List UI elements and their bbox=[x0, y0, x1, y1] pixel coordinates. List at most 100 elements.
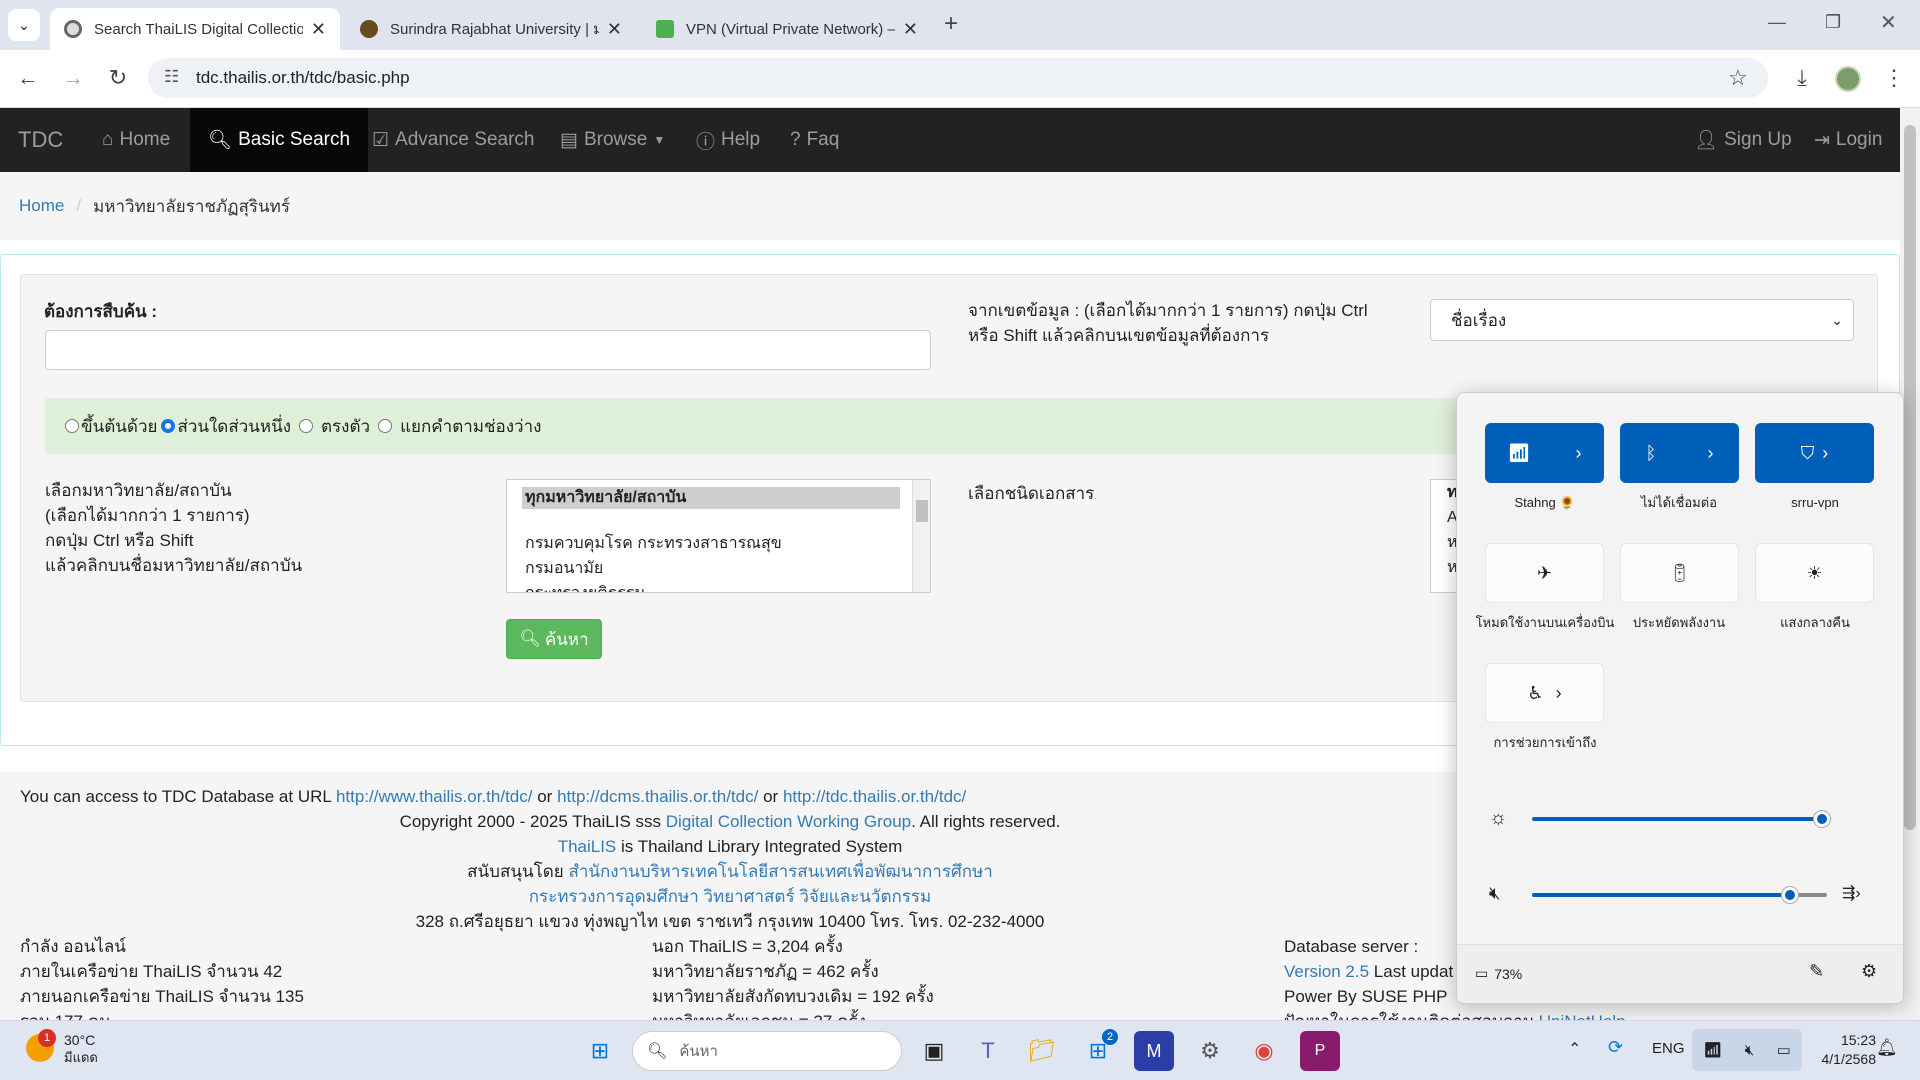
notification-bell-icon[interactable]: 🔔︎ bbox=[1876, 1038, 1898, 1058]
working-group-link[interactable]: Digital Collection Working Group bbox=[666, 812, 911, 831]
taskbar-search[interactable]: 🔍︎ ค้นหา bbox=[632, 1031, 902, 1071]
volume-muted-icon[interactable]: 🔇︎ bbox=[1489, 883, 1500, 904]
query-label: ต้องการสืบค้น : bbox=[44, 302, 158, 321]
sync-icon[interactable]: ⟳ bbox=[1608, 1037, 1623, 1058]
nav-advance-search[interactable]: ☑ Advance Search bbox=[354, 108, 552, 172]
url-link-1[interactable]: http://www.thailis.or.th/tdc/ bbox=[336, 787, 533, 806]
battery-saver-toggle[interactable]: 🔋︎ bbox=[1620, 543, 1739, 603]
listbox-scrollbar[interactable] bbox=[912, 480, 930, 592]
profile-avatar[interactable] bbox=[1835, 66, 1861, 92]
brand-link[interactable]: TDC bbox=[0, 108, 81, 172]
list-item[interactable]: กระทรวงยุติธรรม bbox=[525, 581, 930, 592]
brightness-slider-thumb[interactable] bbox=[1814, 811, 1830, 827]
access-line: You can access to TDC Database at URL ht… bbox=[20, 787, 967, 806]
teams-icon[interactable]: T bbox=[968, 1031, 1008, 1071]
search-button[interactable]: 🔍︎ ค้นหา bbox=[506, 619, 602, 659]
list-item[interactable]: ทุกมหาวิทยาลัย/สถาบัน bbox=[522, 487, 900, 509]
chevron-right-icon[interactable]: › bbox=[1707, 443, 1713, 464]
nav-home[interactable]: ⌂ Home bbox=[84, 108, 188, 172]
weather-widget[interactable]: 30°C มีแดด bbox=[64, 1031, 98, 1067]
window-close-button[interactable]: ✕ bbox=[1880, 10, 1897, 35]
radio-contains[interactable] bbox=[161, 419, 176, 433]
tray-overflow-icon[interactable]: ⌃ bbox=[1568, 1039, 1581, 1059]
tab-srru[interactable]: Surindra Rajabhat University | ม ✕ bbox=[346, 8, 636, 50]
task-view-icon[interactable]: ▣ bbox=[914, 1031, 954, 1071]
user-icon: 👤︎ bbox=[1694, 130, 1719, 151]
audio-output-icon[interactable]: ⇶› bbox=[1842, 883, 1861, 903]
accessibility-toggle[interactable]: ♿︎ › bbox=[1485, 663, 1604, 723]
bluetooth-toggle[interactable]: ᛒ › bbox=[1620, 423, 1739, 483]
list-item[interactable] bbox=[525, 509, 930, 531]
url-link-3[interactable]: http://tdc.thailis.or.th/tdc/ bbox=[783, 787, 966, 806]
bookmark-star-icon[interactable]: ☆ bbox=[1728, 65, 1748, 91]
query-input[interactable] bbox=[45, 330, 931, 370]
chevron-right-icon[interactable]: › bbox=[1575, 443, 1581, 464]
volume-slider[interactable] bbox=[1532, 893, 1782, 897]
field-select[interactable]: ชื่อเรื่อง ⌄ bbox=[1430, 299, 1854, 341]
radio-starts-with[interactable] bbox=[65, 419, 79, 433]
airplane-toggle[interactable]: ✈ bbox=[1485, 543, 1604, 603]
battery-status[interactable]: ▭ 73% bbox=[1475, 965, 1522, 982]
chevron-right-icon[interactable]: › bbox=[1822, 443, 1828, 464]
tab-thailis[interactable]: Search ThaiLIS Digital Collection ✕ bbox=[50, 8, 340, 50]
nav-browse[interactable]: ▤ Browse ▼ bbox=[542, 108, 683, 172]
info-icon: ⓘ bbox=[696, 131, 716, 153]
accessibility-label: การช่วยการเข้าถึง bbox=[1493, 735, 1597, 750]
address-bar[interactable]: ☷ tdc.thailis.or.th/tdc/basic.php ☆ bbox=[148, 58, 1768, 98]
list-item[interactable]: กรมควบคุมโรค กระทรวงสาธารณสุข bbox=[525, 531, 930, 556]
breadcrumb-home[interactable]: Home bbox=[19, 196, 64, 216]
forward-button[interactable]: → bbox=[55, 60, 91, 96]
settings-app-icon[interactable]: ⚙ bbox=[1190, 1031, 1230, 1071]
version-link[interactable]: Version 2.5 bbox=[1284, 962, 1369, 981]
file-explorer-icon[interactable]: 📁︎ bbox=[1022, 1031, 1062, 1071]
tab-vpn[interactable]: VPN (Virtual Private Network) – ✕ bbox=[642, 8, 932, 50]
list-icon: ▤ bbox=[560, 129, 578, 151]
close-tab-icon[interactable]: ✕ bbox=[599, 19, 622, 40]
nav-basic-search[interactable]: 🔍︎ Basic Search bbox=[190, 108, 369, 172]
brightness-slider[interactable] bbox=[1532, 817, 1822, 821]
radio-exact[interactable] bbox=[299, 419, 314, 433]
start-windows-icon[interactable]: ⊞ bbox=[580, 1031, 620, 1071]
tab-search-button[interactable]: ⌄ bbox=[8, 9, 40, 41]
list-item[interactable]: กรมอนามัย bbox=[525, 556, 930, 581]
language-indicator[interactable]: ENG bbox=[1652, 1040, 1685, 1057]
chevron-right-icon[interactable]: › bbox=[1556, 683, 1562, 704]
nav-signup[interactable]: 👤︎ Sign Up bbox=[1676, 108, 1810, 172]
download-icon[interactable]: ⤓ bbox=[1784, 60, 1820, 96]
vpn-toggle[interactable]: ⛉ › bbox=[1755, 423, 1874, 483]
new-tab-button[interactable]: + bbox=[944, 10, 958, 38]
radio-split-words[interactable] bbox=[378, 419, 393, 433]
bluetooth-label: ไม่ได้เชื่อมต่อ bbox=[1641, 495, 1717, 510]
restore-button[interactable]: ❐ bbox=[1825, 12, 1841, 33]
reload-button[interactable]: ↻ bbox=[100, 60, 136, 96]
night-light-toggle[interactable]: ☀ bbox=[1755, 543, 1874, 603]
site-info-icon[interactable]: ☷ bbox=[164, 67, 179, 87]
clock[interactable]: 15:23 4/1/2568 bbox=[1806, 1031, 1877, 1069]
menu-kebab-icon[interactable]: ⋮ bbox=[1876, 60, 1912, 96]
university-listbox[interactable]: ทุกมหาวิทยาลัย/สถาบัน กรมควบคุมโรค กระทร… bbox=[506, 479, 931, 593]
thailis-link[interactable]: ThaiLIS bbox=[558, 837, 617, 856]
close-tab-icon[interactable]: ✕ bbox=[303, 19, 326, 40]
search-icon: 🔍︎ bbox=[519, 629, 541, 648]
edit-pencil-icon[interactable]: ✎ bbox=[1809, 961, 1824, 982]
volume-slider-thumb[interactable] bbox=[1782, 887, 1798, 903]
app-icon[interactable]: M bbox=[1134, 1031, 1174, 1071]
nav-help[interactable]: ⓘ Help bbox=[678, 108, 778, 172]
address-line: 328 ถ.ศรีอยุธยา แขวง ทุ่งพญาไท เขต ราชเท… bbox=[415, 912, 1045, 931]
nav-login[interactable]: ⇥ Login bbox=[1796, 108, 1900, 172]
sun-icon: ☀ bbox=[1806, 562, 1823, 583]
ministry-link[interactable]: กระทรวงการอุดมศึกษา วิทยาศาสตร์ วิจัยและ… bbox=[529, 887, 932, 906]
wifi-toggle[interactable]: 📶︎ › bbox=[1485, 423, 1604, 483]
page-scrollbar-thumb[interactable] bbox=[1904, 125, 1916, 830]
minimize-button[interactable]: — bbox=[1768, 12, 1786, 33]
url-link-2[interactable]: http://dcms.thailis.or.th/tdc/ bbox=[557, 787, 758, 806]
system-tray-quick-settings[interactable]: 📶︎ 🔇︎ ▭ bbox=[1692, 1029, 1802, 1071]
nav-faq[interactable]: ? Faq bbox=[772, 108, 857, 172]
weather-badge: 1 bbox=[38, 1029, 56, 1047]
pdf-app-icon[interactable]: P bbox=[1300, 1031, 1340, 1071]
back-button[interactable]: ← bbox=[10, 60, 46, 96]
close-tab-icon[interactable]: ✕ bbox=[895, 19, 918, 40]
chrome-icon[interactable]: ◉ bbox=[1244, 1031, 1284, 1071]
uni-net-link[interactable]: สำนักงานบริหารเทคโนโลยีสารสนเทศเพื่อพัฒน… bbox=[568, 862, 992, 881]
settings-gear-icon[interactable]: ⚙ bbox=[1861, 961, 1877, 982]
